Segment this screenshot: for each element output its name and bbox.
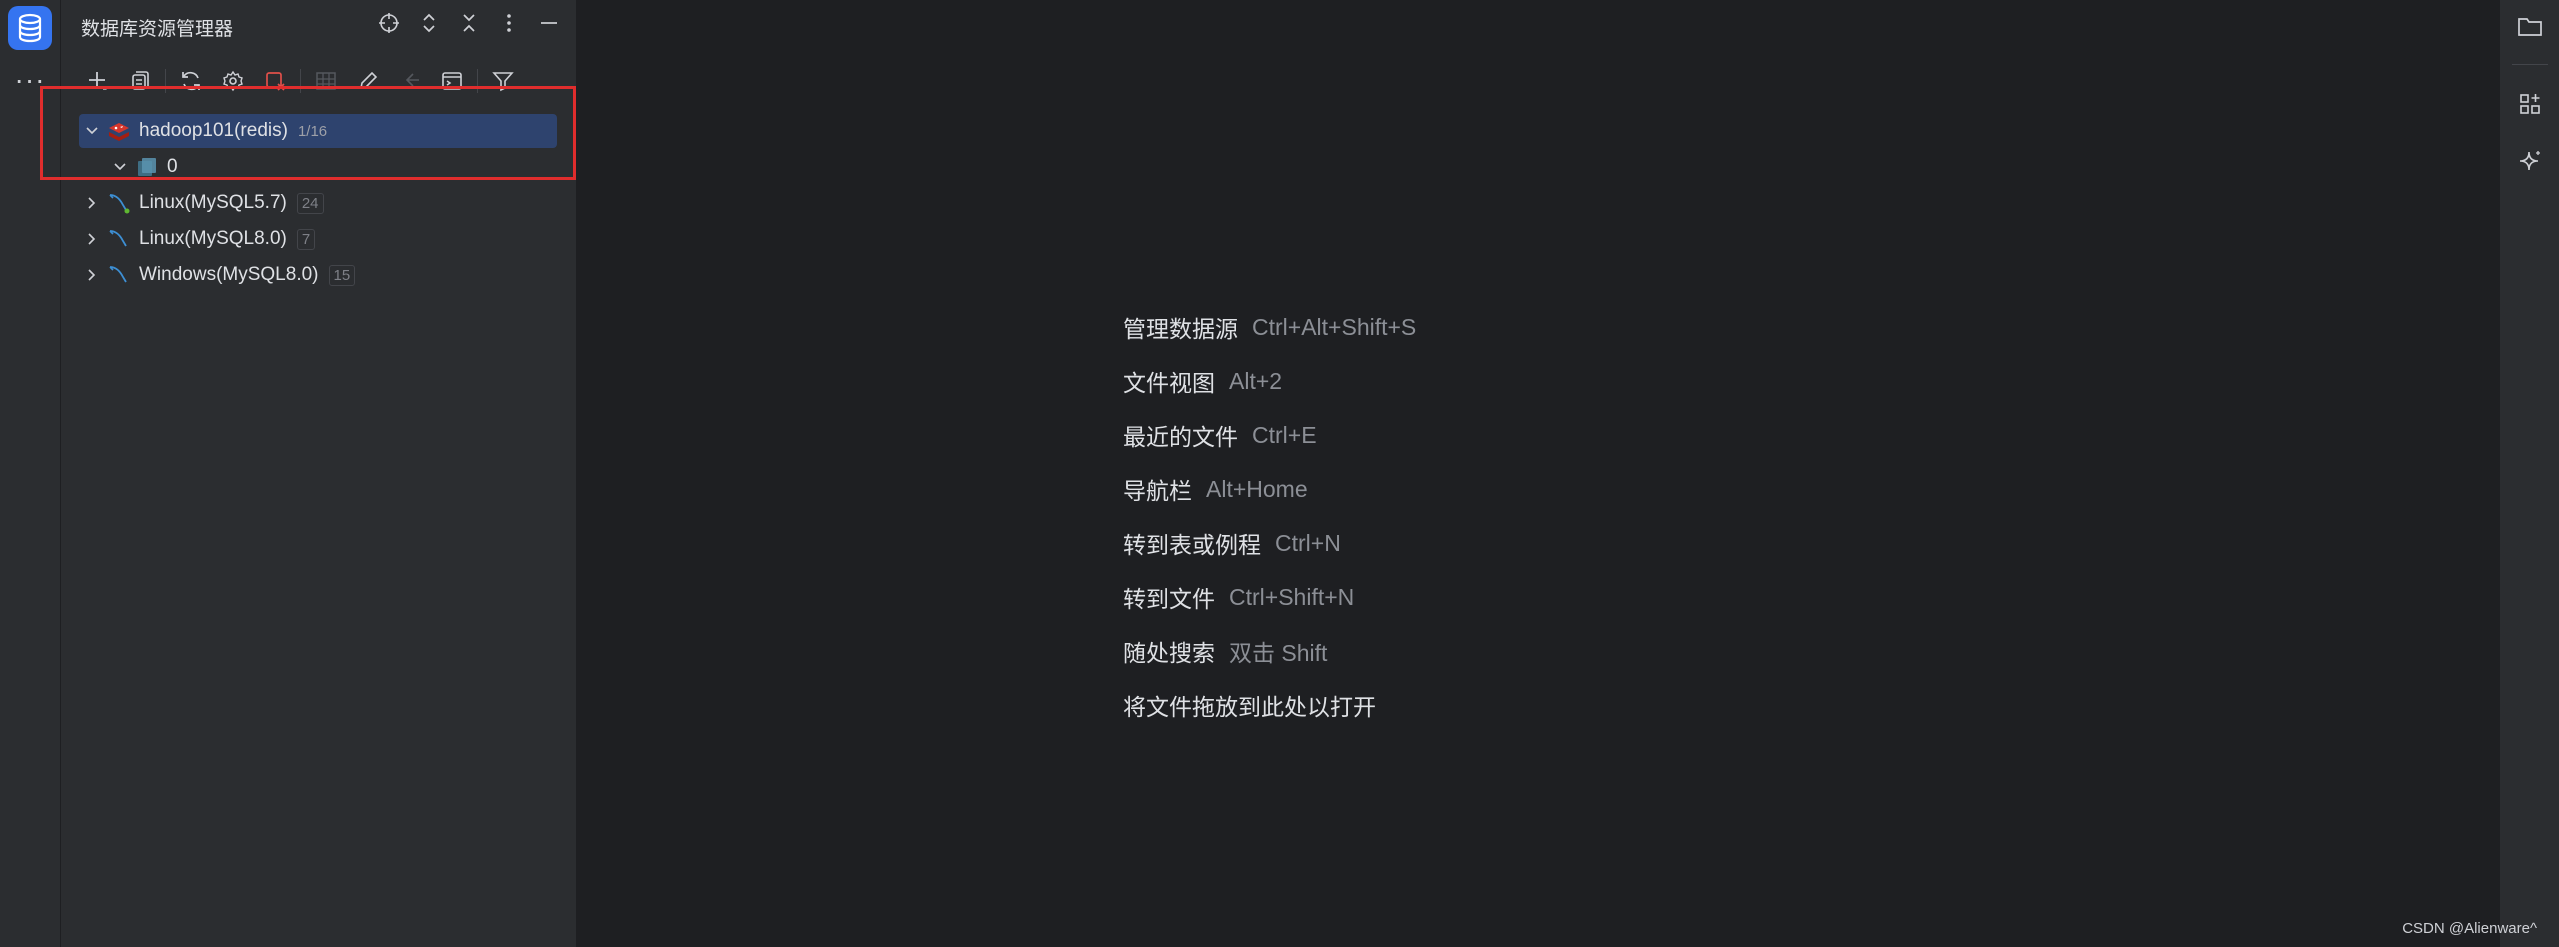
- more-tool-windows-icon[interactable]: ···: [14, 66, 46, 102]
- table-view-icon: [309, 64, 343, 98]
- collapse-all-icon[interactable]: [456, 10, 482, 36]
- object-count-badge: 24: [296, 192, 324, 214]
- options-kebab-icon[interactable]: [496, 10, 522, 36]
- filter-icon[interactable]: [486, 64, 520, 98]
- object-count-badge: 7: [296, 228, 316, 250]
- tree-item-label: Linux(MySQL8.0): [139, 228, 287, 249]
- ai-assistant-sparkle-icon[interactable]: [2512, 144, 2548, 180]
- hint-manage-datasources: 管理数据源 Ctrl+Alt+Shift+S: [1123, 313, 1417, 344]
- mysql-dolphin-icon: [105, 261, 133, 289]
- tree-item-schema-0[interactable]: 0: [107, 150, 407, 184]
- tree-item-hadoop101-redis[interactable]: hadoop101(redis) 1/16: [79, 114, 557, 148]
- tree-item-label: hadoop101(redis): [139, 120, 288, 141]
- panel-header-actions: [376, 10, 562, 36]
- query-console-icon[interactable]: [435, 64, 469, 98]
- hint-drop-files: 将文件拖放到此处以打开: [1123, 695, 1376, 721]
- empty-editor-hints: 管理数据源 Ctrl+Alt+Shift+S 文件视图 Alt+2 最近的文件 Ctr…: [1123, 300, 1416, 732]
- minimize-icon[interactable]: [536, 10, 562, 36]
- left-tool-strip: ···: [0, 0, 61, 947]
- jump-to-source-icon: [393, 64, 427, 98]
- database-explorer-icon[interactable]: [8, 6, 52, 50]
- add-icon[interactable]: [81, 64, 115, 98]
- panel-title: 数据库资源管理器: [81, 18, 234, 40]
- object-count-badge: 15: [328, 264, 356, 286]
- chevron-right-icon[interactable]: [79, 190, 105, 216]
- toolbar-separator: [165, 69, 166, 93]
- structure-blocks-icon[interactable]: [2512, 86, 2548, 122]
- hint-recent-files: 最近的文件 Ctrl+E: [1123, 421, 1317, 452]
- tree-item-label: 0: [167, 156, 178, 177]
- connection-count-badge: 1/16: [297, 122, 328, 140]
- hint-navigation-bar: 导航栏 Alt+Home: [1123, 475, 1308, 506]
- locate-crosshair-icon[interactable]: [376, 10, 402, 36]
- toolbar-separator: [300, 69, 301, 93]
- mysql-dolphin-icon: [105, 225, 133, 253]
- explorer-toolbar: [81, 64, 528, 98]
- tree-item-windows-mysql80[interactable]: Windows(MySQL8.0) 15: [79, 258, 557, 292]
- chevron-right-icon[interactable]: [79, 262, 105, 288]
- chevron-down-icon[interactable]: [79, 118, 105, 144]
- tree-item-label: Linux(MySQL5.7): [139, 192, 287, 213]
- database-schema-icon: [133, 153, 161, 181]
- edit-pencil-icon[interactable]: [351, 64, 385, 98]
- toolbar-separator: [477, 69, 478, 93]
- watermark: CSDN @Alienware^: [2402, 920, 2537, 937]
- folder-icon[interactable]: [2512, 8, 2548, 44]
- expand-all-icon[interactable]: [416, 10, 442, 36]
- chevron-right-icon[interactable]: [79, 226, 105, 252]
- refresh-icon[interactable]: [174, 64, 208, 98]
- redis-icon: [105, 117, 133, 145]
- disconnect-icon[interactable]: [258, 64, 292, 98]
- right-tool-strip: [2499, 0, 2559, 947]
- tree-item-linux-mysql80[interactable]: Linux(MySQL8.0) 7: [79, 222, 557, 256]
- mysql-dolphin-icon: [105, 189, 133, 217]
- tree-item-label: Windows(MySQL8.0): [139, 264, 319, 285]
- database-explorer-panel: 数据库资源管理器 hadoop101(redis) 1/16 0 Linux(M…: [61, 0, 577, 947]
- settings-gear-icon[interactable]: [216, 64, 250, 98]
- tree-item-linux-mysql57[interactable]: Linux(MySQL5.7) 24: [79, 186, 557, 220]
- hint-goto-table: 转到表或例程 Ctrl+N: [1123, 529, 1341, 560]
- strip-separator: [2512, 64, 2548, 65]
- duplicate-icon[interactable]: [123, 64, 157, 98]
- hint-search-everywhere: 随处搜索 双击 Shift: [1123, 640, 1328, 667]
- hint-file-view: 文件视图 Alt+2: [1123, 367, 1283, 398]
- editor-area: 管理数据源 Ctrl+Alt+Shift+S 文件视图 Alt+2 最近的文件 Ctr…: [577, 0, 2499, 947]
- hint-goto-file: 转到文件 Ctrl+Shift+N: [1123, 583, 1355, 614]
- chevron-down-icon[interactable]: [107, 154, 133, 180]
